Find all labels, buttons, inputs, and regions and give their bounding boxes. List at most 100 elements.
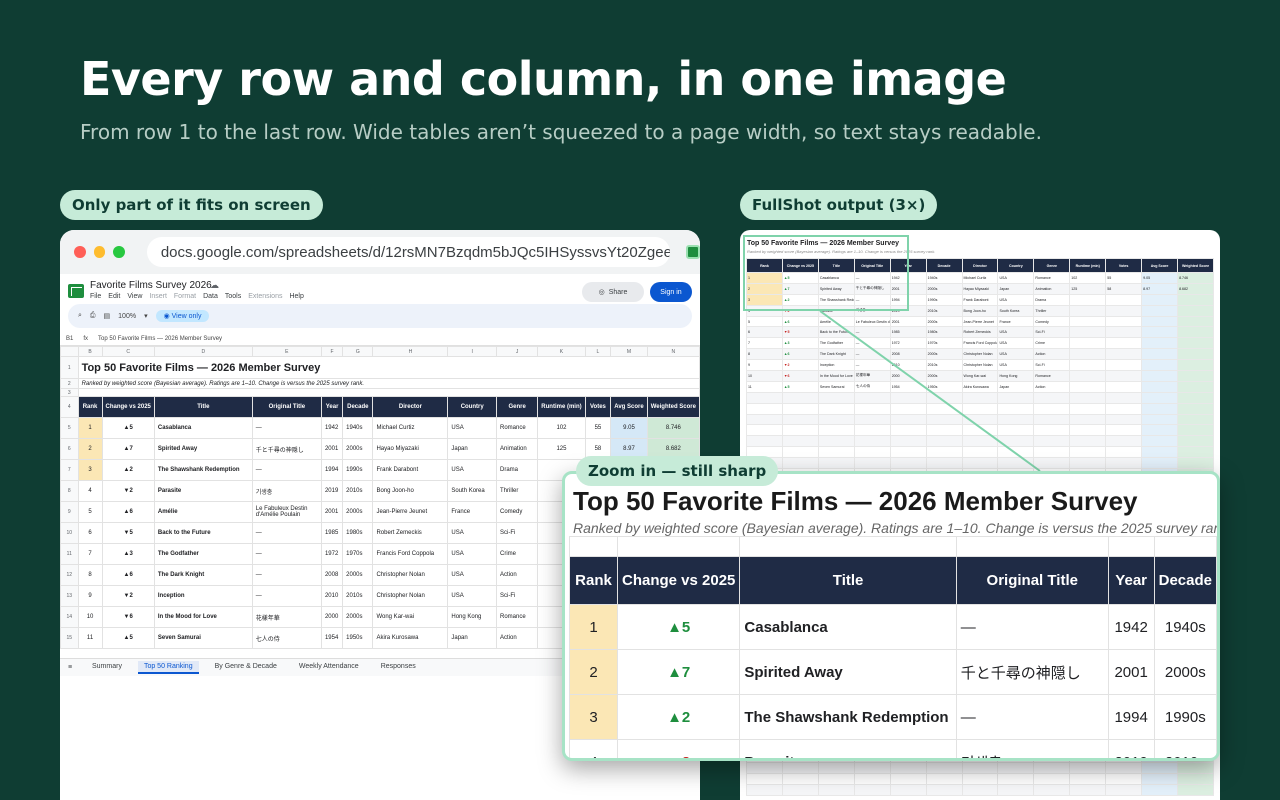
- document-title[interactable]: Favorite Films Survey 2026: [90, 280, 212, 291]
- sign-in-button[interactable]: Sign in: [650, 282, 692, 302]
- cell-runtime[interactable]: 102: [537, 417, 586, 439]
- column-letter[interactable]: C: [101, 346, 155, 357]
- cell-director[interactable]: Akira Kurosawa: [372, 627, 449, 649]
- cell-decade[interactable]: 2010s: [342, 585, 374, 607]
- cell-director[interactable]: Christopher Nolan: [372, 564, 449, 586]
- cell-director[interactable]: Michael Curtiz: [372, 417, 449, 439]
- cell-change[interactable]: ▲3: [101, 543, 155, 565]
- cell-runtime[interactable]: 125: [537, 438, 586, 460]
- cell-change[interactable]: ▲5: [101, 627, 155, 649]
- header-cell[interactable]: Avg Score: [610, 396, 648, 418]
- cell-rank[interactable]: 4: [77, 480, 103, 502]
- cell-director[interactable]: Frank Darabont: [372, 459, 449, 481]
- header-cell[interactable]: Original Title: [251, 396, 322, 418]
- cell-change[interactable]: ▼6: [101, 606, 155, 628]
- header-cell[interactable]: Genre: [496, 396, 539, 418]
- sheets-logo-icon[interactable]: [68, 284, 84, 298]
- cell-country[interactable]: Hong Kong: [447, 606, 498, 628]
- minimize-window-icon[interactable]: [93, 246, 106, 258]
- cell-genre[interactable]: Animation: [496, 438, 539, 460]
- cell-year[interactable]: 1994: [320, 459, 344, 481]
- cell-director[interactable]: Wong Kar-wai: [372, 606, 449, 628]
- cell-change[interactable]: ▼2: [101, 585, 155, 607]
- sheet-title[interactable]: Top 50 Favorite Films — 2026 Member Surv…: [77, 356, 700, 379]
- cell-title[interactable]: In the Mood for Love: [153, 606, 253, 628]
- cell-director[interactable]: Jean-Pierre Jeunet: [372, 501, 449, 523]
- cell-rank[interactable]: 8: [77, 564, 103, 586]
- cell-orig[interactable]: —: [251, 564, 322, 586]
- column-letter[interactable]: H: [372, 346, 449, 357]
- cell-year[interactable]: 2000: [320, 606, 344, 628]
- cell-director[interactable]: Bong Joon-ho: [372, 480, 449, 502]
- cell-genre[interactable]: Action: [496, 564, 539, 586]
- cell-year[interactable]: 2001: [320, 438, 344, 460]
- cell-decade[interactable]: 2000s: [342, 564, 374, 586]
- cell-director[interactable]: Hayao Miyazaki: [372, 438, 449, 460]
- cell-country[interactable]: South Korea: [447, 480, 498, 502]
- cell-decade[interactable]: 2000s: [342, 501, 374, 523]
- cell-rank[interactable]: 2: [77, 438, 103, 460]
- menu-data[interactable]: Data: [203, 293, 218, 300]
- cell-orig[interactable]: 기생충: [251, 480, 322, 502]
- address-bar[interactable]: docs.google.com/spreadsheets/d/12rsMN7Bz…: [146, 237, 671, 267]
- column-letter[interactable]: B: [77, 346, 103, 357]
- sheet-subtitle[interactable]: Ranked by weighted score (Bayesian avera…: [77, 378, 700, 389]
- cell-orig[interactable]: 千と千尋の神隠し: [251, 438, 322, 460]
- cell-year[interactable]: 2010: [320, 585, 344, 607]
- cell-orig[interactable]: Le Fabuleux Destin d'Amélie Poulain: [251, 501, 322, 523]
- cell-change[interactable]: ▲5: [101, 417, 155, 439]
- cell-title[interactable]: Parasite: [153, 480, 253, 502]
- column-letter[interactable]: N: [646, 346, 700, 357]
- corner-cell[interactable]: [60, 346, 79, 357]
- tab-top-50-ranking[interactable]: Top 50 Ranking: [137, 661, 199, 674]
- cell-rank[interactable]: 7: [77, 543, 103, 565]
- header-cell[interactable]: Director: [372, 396, 449, 418]
- cell-rank[interactable]: 10: [77, 606, 103, 628]
- cell-title[interactable]: Inception: [153, 585, 253, 607]
- header-cell[interactable]: Year: [320, 396, 344, 418]
- cell-country[interactable]: Japan: [447, 438, 498, 460]
- cell-rank[interactable]: 1: [77, 417, 103, 439]
- cell-votes[interactable]: 55: [584, 417, 612, 439]
- cell-country[interactable]: Japan: [447, 627, 498, 649]
- cell-change[interactable]: ▲6: [101, 564, 155, 586]
- cell-genre[interactable]: Drama: [496, 459, 539, 481]
- cell-orig[interactable]: —: [251, 459, 322, 481]
- menu-view[interactable]: View: [127, 293, 142, 300]
- menu-format[interactable]: Format: [174, 293, 196, 300]
- menu-help[interactable]: Help: [289, 293, 303, 300]
- cell-director[interactable]: Robert Zemeckis: [372, 522, 449, 544]
- tab-responses[interactable]: Responses: [375, 661, 422, 674]
- cell-orig[interactable]: —: [251, 417, 322, 439]
- share-button[interactable]: ◎ Share: [582, 282, 644, 302]
- tab-summary[interactable]: Summary: [86, 661, 128, 674]
- cell-decade[interactable]: 1970s: [342, 543, 374, 565]
- column-letter[interactable]: K: [537, 346, 586, 357]
- cell-year[interactable]: 1942: [320, 417, 344, 439]
- header-cell[interactable]: Weighted Score: [646, 396, 700, 418]
- cell-country[interactable]: USA: [447, 459, 498, 481]
- cell-rank[interactable]: 6: [77, 522, 103, 544]
- menu-edit[interactable]: Edit: [108, 293, 120, 300]
- cell-year[interactable]: 1985: [320, 522, 344, 544]
- close-window-icon[interactable]: [74, 246, 86, 258]
- column-letter[interactable]: J: [496, 346, 539, 357]
- cell-country[interactable]: USA: [447, 543, 498, 565]
- cell-genre[interactable]: Sci-Fi: [496, 522, 539, 544]
- cell-country[interactable]: USA: [447, 522, 498, 544]
- cell-country[interactable]: USA: [447, 417, 498, 439]
- cell-year[interactable]: 1972: [320, 543, 344, 565]
- cell-decade[interactable]: 1950s: [342, 627, 374, 649]
- cell-genre[interactable]: Romance: [496, 417, 539, 439]
- cell-orig[interactable]: —: [251, 585, 322, 607]
- column-letter[interactable]: M: [610, 346, 648, 357]
- cell-director[interactable]: Francis Ford Coppola: [372, 543, 449, 565]
- cell-rank[interactable]: 11: [77, 627, 103, 649]
- cell-genre[interactable]: Thriller: [496, 480, 539, 502]
- column-letter[interactable]: L: [584, 346, 612, 357]
- cell-decade[interactable]: 1990s: [342, 459, 374, 481]
- cell-decade[interactable]: 2000s: [342, 438, 374, 460]
- cell-title[interactable]: The Godfather: [153, 543, 253, 565]
- cell-change[interactable]: ▲7: [101, 438, 155, 460]
- column-letter[interactable]: F: [320, 346, 344, 357]
